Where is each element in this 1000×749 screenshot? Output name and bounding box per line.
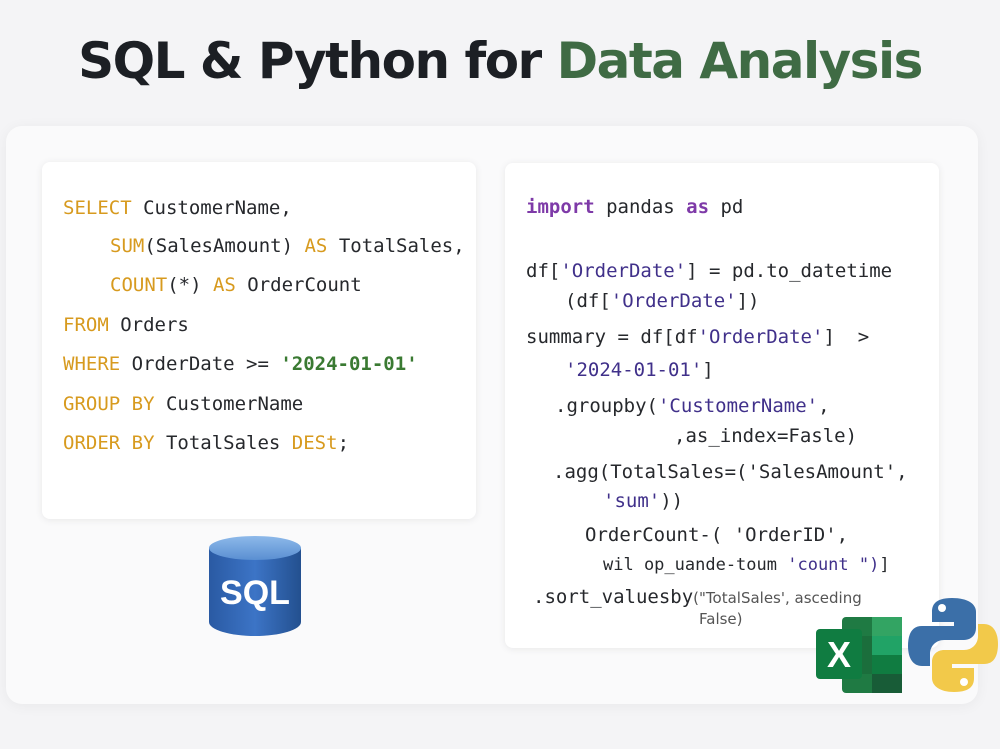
py-line-3: (df['OrderDate']) (565, 290, 760, 312)
py-line-7: ,as_index=Fasle) (674, 425, 858, 447)
py-line-4: summary = df[df'OrderDate'] > (526, 326, 870, 348)
sql-database-icon: SQL (209, 536, 301, 636)
py-line-5: '2024-01-01'] (565, 359, 714, 381)
python-icon (908, 598, 998, 692)
sql-icon-label: SQL (220, 574, 290, 612)
sql-line-5: WHERE OrderDate >= '2024-01-01' (63, 353, 418, 375)
sql-line-1: SELECT CustomerName, (63, 197, 292, 219)
py-line-12: .sort_valuesby("TotalSales', asceding (533, 586, 862, 608)
excel-icon: X (816, 617, 902, 693)
py-line-11: wil op_uande-toum 'count ")] (603, 555, 890, 575)
py-line-8: .agg(TotalSales=('SalesAmount', (553, 461, 908, 483)
page-title: SQL & Python for Data Analysis (0, 32, 1000, 90)
sql-line-6: GROUP BY CustomerName (63, 393, 304, 415)
py-line-9: 'sum')) (603, 490, 684, 512)
title-accent: Data Analysis (556, 32, 924, 90)
sql-line-4: FROM Orders (63, 314, 189, 336)
sql-line-7: ORDER BY TotalSales DESt; (63, 432, 350, 454)
excel-icon-letter: X (827, 634, 851, 675)
py-line-6: .groupby('CustomerName', (555, 395, 830, 417)
py-line-2: df['OrderDate'] = pd.to_datetime (526, 260, 893, 282)
py-line-1: import pandas as pd (526, 196, 744, 218)
py-line-13: False) (699, 610, 743, 628)
title-main: SQL & Python for (78, 32, 557, 90)
sql-line-2: SUM(SalesAmount) AS TotalSales, (110, 235, 465, 257)
sql-line-3: COUNT(*) AS OrderCount (110, 274, 362, 296)
py-line-10: OrderCount-( 'OrderID', (585, 524, 849, 546)
